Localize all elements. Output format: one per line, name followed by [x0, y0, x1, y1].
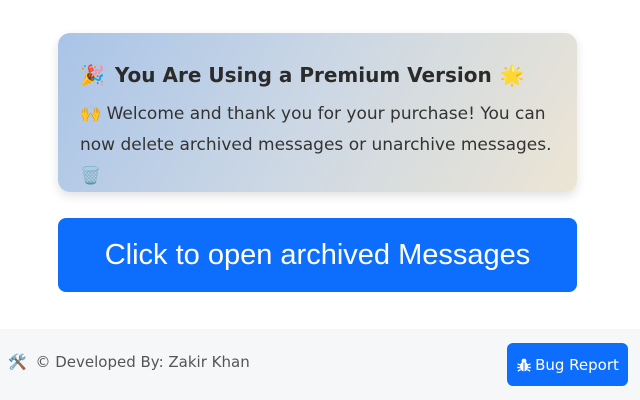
star-icon: 🌟 [499, 63, 525, 87]
footer: 🛠️ © Developed By: Zakir Khan Bug Report [0, 329, 640, 400]
bug-report-label: Bug Report [535, 355, 619, 374]
premium-message-text: Welcome and thank you for your purchase!… [80, 104, 552, 155]
bug-report-button[interactable]: Bug Report [507, 343, 628, 386]
popup-page: 🎉 You Are Using a Premium Version 🌟 🙌 We… [0, 0, 640, 400]
raised-hands-icon: 🙌 [80, 104, 102, 124]
premium-title: You Are Using a Premium Version [114, 63, 492, 87]
party-popper-icon: 🎉 [80, 63, 105, 87]
trash-icon: 🗑️ [80, 166, 102, 186]
premium-card: 🎉 You Are Using a Premium Version 🌟 🙌 We… [58, 33, 577, 192]
developer-credit: 🛠️ © Developed By: Zakir Khan [8, 353, 250, 371]
open-archived-messages-button[interactable]: Click to open archived Messages [58, 218, 577, 292]
premium-title-row: 🎉 You Are Using a Premium Version 🌟 [80, 61, 555, 89]
developer-credit-text: © Developed By: Zakir Khan [35, 353, 250, 371]
tools-icon: 🛠️ [8, 353, 27, 371]
premium-message: 🙌 Welcome and thank you for your purchas… [80, 99, 555, 192]
bug-icon [516, 357, 532, 373]
